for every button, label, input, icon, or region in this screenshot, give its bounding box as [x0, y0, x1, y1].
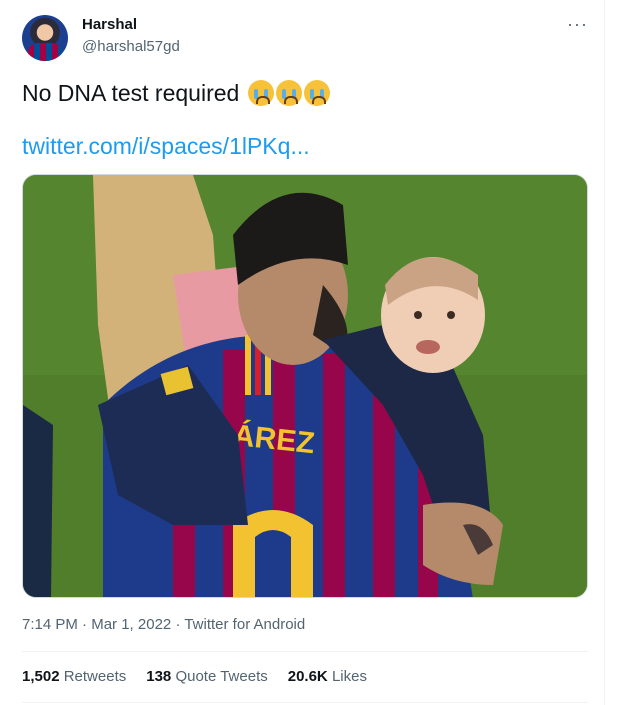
- crying-face-icon: [303, 80, 330, 106]
- retweets-label: Retweets: [63, 668, 127, 685]
- likes-count: 20.6K: [287, 668, 328, 685]
- crying-face-icon: [275, 80, 302, 106]
- column-divider: [604, 0, 605, 705]
- quote-tweets-label: Quote Tweets: [175, 668, 268, 685]
- meta-separator: ·: [175, 616, 181, 633]
- more-options-icon[interactable]: ···: [567, 14, 588, 35]
- likes-label: Likes: [331, 668, 367, 685]
- tweet-text: No DNA test required: [22, 78, 330, 108]
- tweet-link[interactable]: twitter.com/i/spaces/1lPKq...: [22, 133, 310, 160]
- divider: [22, 702, 588, 703]
- meta-separator: ·: [82, 616, 88, 633]
- tweet-text-body: No DNA test required: [22, 80, 240, 106]
- tweet-date[interactable]: Mar 1, 2022: [91, 616, 171, 633]
- avatar[interactable]: [22, 15, 68, 61]
- quote-tweets-stat[interactable]: 138 Quote Tweets: [146, 668, 267, 685]
- author-handle[interactable]: @harshal57gd: [82, 38, 180, 55]
- retweets-count: 1,502: [22, 668, 60, 685]
- crying-face-icon: [247, 80, 274, 106]
- divider: [22, 651, 588, 652]
- tweet-media-image[interactable]: ÁREZ: [22, 174, 588, 598]
- tweet-source[interactable]: Twitter for Android: [184, 616, 305, 633]
- tweet-stats: 1,502 Retweets 138 Quote Tweets 20.6K Li…: [22, 668, 367, 685]
- tweet-meta: 7:14 PM · Mar 1, 2022 · Twitter for Andr…: [22, 616, 305, 633]
- photo-illustration: ÁREZ: [23, 175, 587, 597]
- author-name[interactable]: Harshal: [82, 16, 137, 33]
- quote-tweets-count: 138: [146, 668, 172, 685]
- tweet-time[interactable]: 7:14 PM: [22, 616, 78, 633]
- likes-stat[interactable]: 20.6K Likes: [288, 668, 367, 685]
- retweets-stat[interactable]: 1,502 Retweets: [22, 668, 126, 685]
